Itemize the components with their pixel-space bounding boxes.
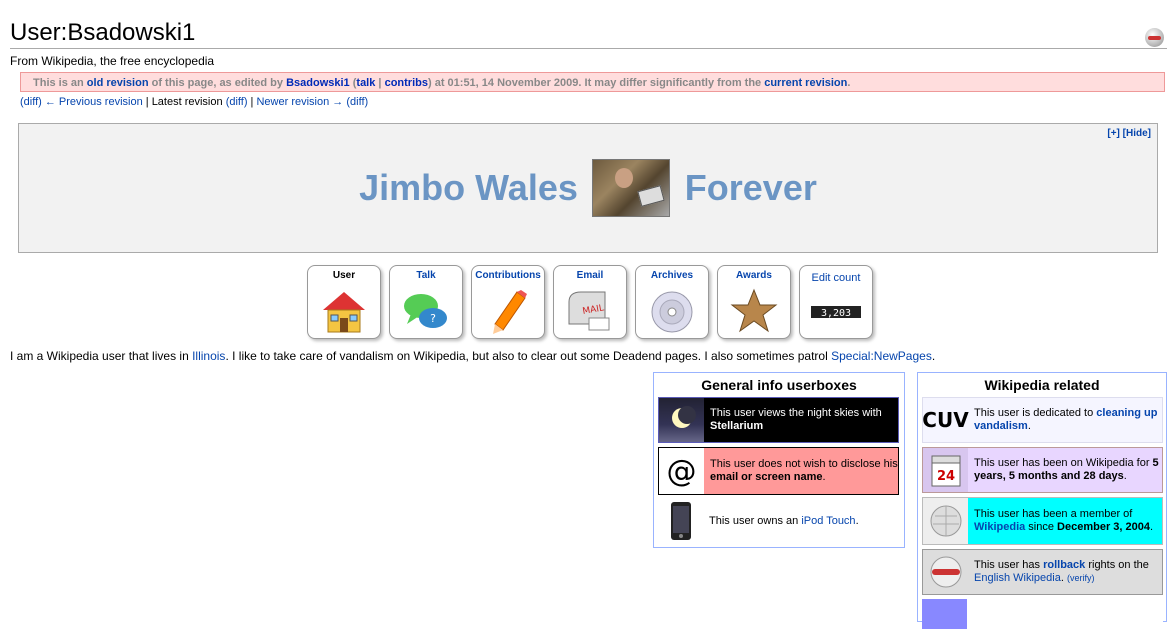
notice-text: . <box>847 77 851 89</box>
counter-icon: 3,203 <box>811 306 861 319</box>
panel-title: General info userboxes <box>701 377 857 393</box>
calendar-icon: 24 <box>923 448 968 492</box>
title-divider <box>10 48 1167 49</box>
mailbox-icon: MAIL <box>568 291 610 331</box>
banner-left-text: Jimbo Wales <box>359 167 578 208</box>
notice-separator: | <box>375 77 385 89</box>
verify-link[interactable]: (verify) <box>1067 573 1095 583</box>
intro-text: I am a Wikipedia user that lives in <box>10 349 193 363</box>
diff-link[interactable]: (diff) <box>346 96 368 108</box>
banner-line: Jimbo Wales Forever <box>19 159 1157 217</box>
tab-archives[interactable]: Archives <box>635 265 709 339</box>
cuv-userbox: CUV This user is dedicated to cleaning u… <box>922 397 1163 443</box>
tab-label: Awards <box>736 270 772 281</box>
userbox-text: This user is dedicated to cleaning up va… <box>974 407 1158 432</box>
email-userbox: @ This user does not wish to disclose hi… <box>658 447 899 495</box>
tagline: From Wikipedia, the free encyclopedia <box>10 54 215 68</box>
tab-label: Talk <box>416 270 436 281</box>
tab-talk[interactable]: Talk ? <box>389 265 463 339</box>
userbox-text: This user has rollback rights on the Eng… <box>974 559 1149 584</box>
previous-revision-link[interactable]: ← Previous revision <box>45 96 143 108</box>
banner-controls: [+] [Hide] <box>1107 128 1151 139</box>
tab-label: Contributions <box>475 270 541 281</box>
wikipedia-userbox-panel: Wikipedia related CUV This user is dedic… <box>917 372 1167 629</box>
tab-label: User <box>332 270 356 281</box>
latest-revision-label: Latest revision <box>151 96 223 108</box>
contribs-link[interactable]: contribs <box>385 77 428 89</box>
cuv-icon: CUV <box>922 408 969 432</box>
ipod-touch-icon <box>658 499 703 543</box>
tab-user[interactable]: User <box>307 265 381 339</box>
nav-separator: | <box>142 96 152 108</box>
svg-text:?: ? <box>430 312 436 325</box>
hide-button[interactable]: [Hide] <box>1123 128 1151 139</box>
revision-navigation: (diff) ← Previous revision | Latest revi… <box>20 96 368 108</box>
tab-awards[interactable]: Awards <box>717 265 791 339</box>
tab-label: Email <box>576 270 604 281</box>
notice-text: This is an <box>33 77 87 89</box>
jimbo-photo[interactable] <box>592 159 671 217</box>
rollback-link[interactable]: rollback <box>1043 559 1085 571</box>
banner-right-text: Forever <box>684 167 817 208</box>
wikipedia-link[interactable]: Wikipedia <box>974 521 1025 533</box>
page-title: User:Bsadowski1 <box>10 19 196 46</box>
barnstar-icon <box>730 288 778 333</box>
current-revision-link[interactable]: current revision <box>764 77 847 89</box>
svg-text:24: 24 <box>936 469 954 484</box>
tab-label: Edit count <box>811 272 861 284</box>
intro-paragraph: I am a Wikipedia user that lives in Illi… <box>10 349 935 363</box>
svg-text:3,203: 3,203 <box>821 308 851 319</box>
intro-text: . I like to take care of vandalism on Wi… <box>225 349 832 363</box>
rollback-userbox: This user has rollback rights on the Eng… <box>922 549 1163 595</box>
intro-text: . <box>931 349 936 363</box>
tenure-userbox: 24 This user has been on Wikipedia for 5… <box>922 447 1163 493</box>
general-userbox-panel: General info userboxes This user views t… <box>653 372 905 548</box>
member-userbox: This user has been a member of Wikipedia… <box>922 497 1163 545</box>
stellarium-userbox: This user views the night skies with Ste… <box>658 397 899 443</box>
diff-link[interactable]: (diff) <box>226 96 248 108</box>
ipod-userbox: This user owns an iPod Touch. <box>658 499 899 543</box>
tab-edit-count[interactable]: Edit count 3,203 <box>799 265 873 339</box>
userbox-text: This user does not wish to disclose his … <box>710 458 898 483</box>
userbox-text: This user views the night skies with Ste… <box>710 407 882 432</box>
pencil-icon <box>493 290 527 334</box>
userbox-text: This user has been a member of Wikipedia… <box>974 508 1154 533</box>
tab-label: Archives <box>650 270 694 281</box>
newpages-link[interactable]: Special:NewPages <box>831 349 932 363</box>
moon-icon <box>659 398 704 442</box>
police-icon <box>922 599 967 629</box>
speech-bubbles-icon: ? <box>404 294 447 328</box>
notice-text: ) at 01:51, 14 November 2009. It may dif… <box>427 77 765 89</box>
wikipedia-globe-icon <box>923 498 968 544</box>
house-icon <box>323 292 365 333</box>
panel-title: Wikipedia related <box>984 377 1100 393</box>
at-sign-icon: @ <box>659 448 704 494</box>
tab-email[interactable]: Email MAIL <box>553 265 627 339</box>
illinois-link[interactable]: Illinois <box>192 349 225 363</box>
ipod-touch-link[interactable]: iPod Touch <box>801 515 855 527</box>
diff-link[interactable]: (diff) <box>20 96 42 108</box>
expand-button[interactable]: [+] <box>1107 128 1120 139</box>
old-revision-link[interactable]: old revision <box>87 77 149 89</box>
notice-text: of this page, as edited by <box>148 77 287 89</box>
newer-revision-link[interactable]: Newer revision → <box>256 96 343 108</box>
english-wikipedia-link[interactable]: English Wikipedia <box>974 572 1061 584</box>
disc-icon <box>651 291 693 333</box>
talk-link[interactable]: talk <box>356 77 375 89</box>
userbox-text: This user owns an iPod Touch. <box>709 514 859 527</box>
rollback-globe-icon <box>923 550 968 594</box>
user-link[interactable]: Bsadowski1 <box>286 77 350 89</box>
userbox-text: This user has been on Wikipedia for 5 ye… <box>974 457 1159 482</box>
userpage-tabs: User Talk ? Contributions Email MAIL Arc… <box>307 265 873 339</box>
wikipedia-globe-icon <box>1145 28 1164 47</box>
partial-userbox <box>922 599 1163 629</box>
tab-contributions[interactable]: Contributions <box>471 265 545 339</box>
jimbo-banner: [+] [Hide] Jimbo Wales Forever <box>18 123 1158 253</box>
old-revision-notice: This is an old revision of this page, as… <box>20 72 1165 92</box>
